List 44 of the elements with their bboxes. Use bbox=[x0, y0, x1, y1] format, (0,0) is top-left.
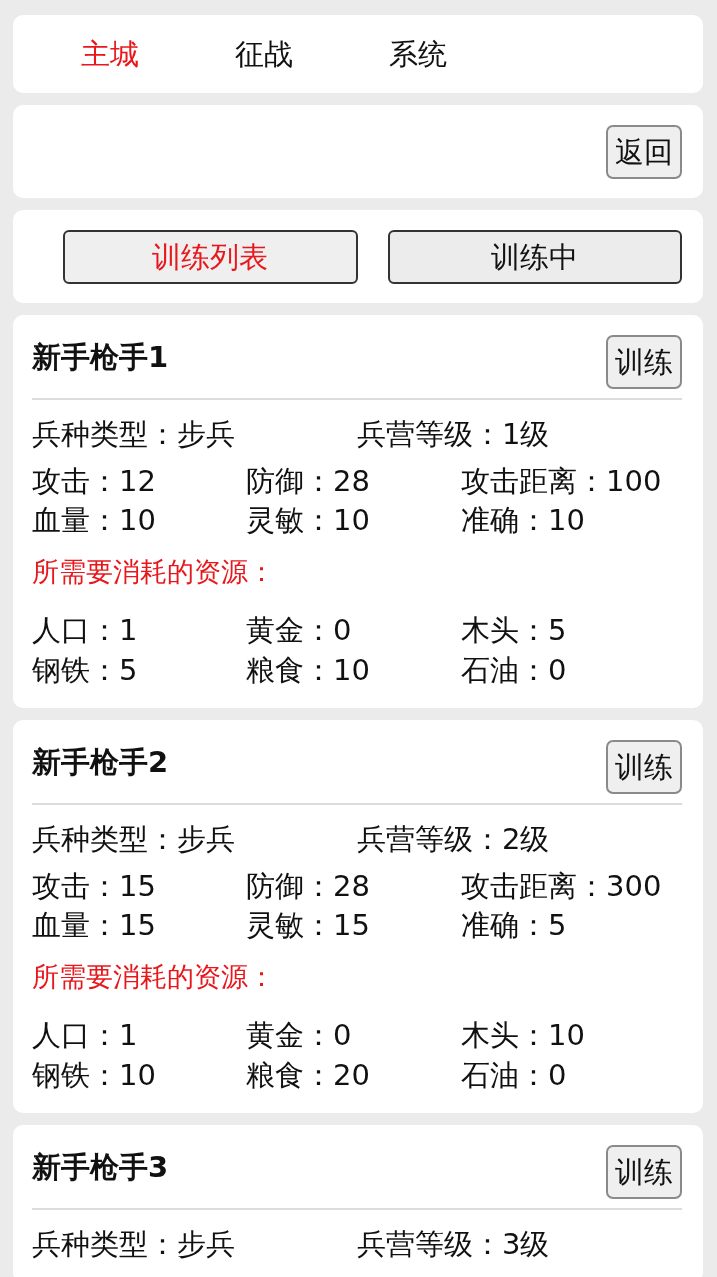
stat-text: 防御：28 bbox=[246, 868, 371, 905]
cost-text: 人口：1 bbox=[32, 1017, 139, 1054]
nav-tab[interactable]: 征战 bbox=[187, 34, 341, 74]
unit-name: 新手枪手3 bbox=[32, 1149, 169, 1186]
info-text: 兵种类型：步兵 bbox=[32, 416, 236, 453]
cost-text: 木头：5 bbox=[461, 612, 568, 649]
cost-text: 人口：1 bbox=[32, 612, 139, 649]
unit-name: 新手枪手2 bbox=[32, 744, 169, 781]
sub-tab[interactable]: 训练列表 bbox=[63, 230, 358, 284]
train-button[interactable]: 训练 bbox=[606, 335, 682, 389]
info-text: 兵种类型：步兵 bbox=[32, 1226, 236, 1263]
cost-text: 钢铁：10 bbox=[32, 1057, 157, 1094]
stat-text: 攻击距离：100 bbox=[461, 463, 663, 500]
cost-text: 粮食：10 bbox=[246, 652, 371, 689]
cost-heading: 所需要消耗的资源： bbox=[32, 960, 276, 994]
cost-text: 黄金：0 bbox=[246, 1017, 353, 1054]
stat-text: 灵敏：10 bbox=[246, 502, 371, 539]
stat-text: 准确：10 bbox=[461, 502, 586, 539]
stat-text: 准确：5 bbox=[461, 907, 568, 944]
nav-tab[interactable]: 系统 bbox=[341, 34, 495, 74]
stat-text: 攻击：15 bbox=[32, 868, 157, 905]
nav-tab[interactable]: 主城 bbox=[33, 34, 187, 74]
info-text: 兵营等级：1级 bbox=[357, 416, 551, 453]
unit-name: 新手枪手1 bbox=[32, 339, 169, 376]
info-text: 兵营等级：3级 bbox=[357, 1226, 551, 1263]
back-button[interactable]: 返回 bbox=[606, 125, 682, 179]
info-text: 兵种类型：步兵 bbox=[32, 821, 236, 858]
stat-text: 灵敏：15 bbox=[246, 907, 371, 944]
cost-text: 钢铁：5 bbox=[32, 652, 139, 689]
stat-text: 血量：15 bbox=[32, 907, 157, 944]
cost-text: 木头：10 bbox=[461, 1017, 586, 1054]
train-button[interactable]: 训练 bbox=[606, 740, 682, 794]
stat-text: 防御：28 bbox=[246, 463, 371, 500]
cost-text: 粮食：20 bbox=[246, 1057, 371, 1094]
sub-tab[interactable]: 训练中 bbox=[387, 230, 682, 284]
cost-heading: 所需要消耗的资源： bbox=[32, 555, 276, 589]
info-text: 兵营等级：2级 bbox=[357, 821, 551, 858]
cost-text: 黄金：0 bbox=[246, 612, 353, 649]
stat-text: 攻击：12 bbox=[32, 463, 157, 500]
stat-text: 攻击距离：300 bbox=[461, 868, 663, 905]
train-button[interactable]: 训练 bbox=[606, 1145, 682, 1199]
cost-text: 石油：0 bbox=[461, 652, 568, 689]
stat-text: 血量：10 bbox=[32, 502, 157, 539]
cost-text: 石油：0 bbox=[461, 1057, 568, 1094]
